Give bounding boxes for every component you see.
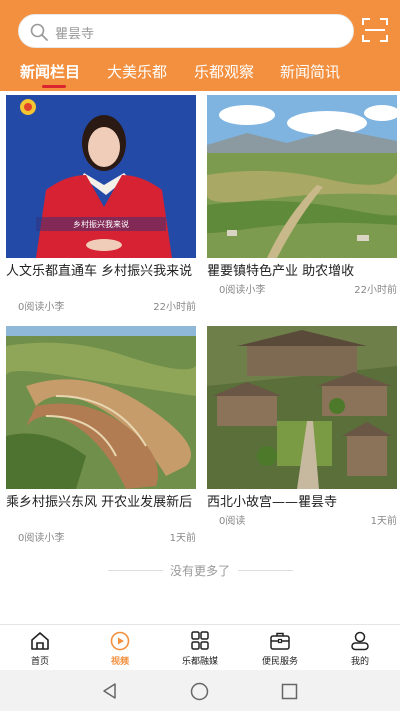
home-icon bbox=[31, 632, 49, 650]
back-icon[interactable] bbox=[101, 682, 119, 700]
card-title[interactable]: 人文乐都直通车 乡村振兴我来说 bbox=[6, 263, 198, 280]
tab-bar: 新闻栏目 大美乐都 乐都观察 新闻简讯 bbox=[0, 58, 400, 88]
card-time: 1天前 bbox=[370, 516, 397, 527]
no-more-text: 没有更多了 bbox=[169, 564, 230, 578]
grid-icon bbox=[191, 631, 209, 650]
nav-video[interactable]: 视频 bbox=[80, 631, 160, 667]
system-nav-bar bbox=[0, 670, 400, 711]
card-title[interactable]: 乘乡村振兴东风 开农业发展新后 bbox=[6, 494, 198, 511]
tab-news-brief[interactable]: 新闻简讯 bbox=[280, 61, 340, 82]
header: 瞿昙寺 新闻栏目 大美乐都 乐都观察 新闻简讯 bbox=[0, 0, 400, 91]
briefcase-icon bbox=[270, 632, 290, 650]
search-placeholder: 瞿昙寺 bbox=[55, 27, 95, 42]
scan-icon[interactable] bbox=[361, 17, 389, 43]
card-author-reads: 0阅读 bbox=[219, 516, 246, 527]
bottom-nav: 首页 视频 乐都融媒 便民服务 我的 bbox=[0, 624, 400, 670]
tab-beautiful-ledu[interactable]: 大美乐都 bbox=[107, 61, 167, 82]
card-time: 22小时前 bbox=[354, 285, 397, 296]
video-icon bbox=[110, 631, 130, 651]
user-icon bbox=[351, 631, 369, 651]
card-author-reads: 0阅读小李 bbox=[219, 285, 266, 296]
active-tab-indicator bbox=[42, 85, 66, 88]
nav-home[interactable]: 首页 bbox=[0, 631, 80, 667]
nav-services[interactable]: 便民服务 bbox=[240, 631, 320, 667]
end-of-list: 没有更多了 bbox=[0, 562, 400, 578]
thumbnail-caption: 乡村振兴我来说 bbox=[73, 219, 129, 229]
card-time: 1天前 bbox=[169, 533, 196, 544]
search-icon bbox=[30, 23, 48, 41]
video-thumbnail[interactable] bbox=[207, 326, 397, 489]
nav-ledu-media[interactable]: 乐都融媒 bbox=[160, 631, 240, 667]
card-author-reads: 0阅读小李 bbox=[18, 533, 65, 544]
recent-apps-icon[interactable] bbox=[281, 683, 298, 700]
card-author-reads: 0阅读小李 bbox=[18, 302, 65, 313]
nav-mine[interactable]: 我的 bbox=[320, 631, 400, 667]
video-thumbnail[interactable] bbox=[207, 95, 397, 258]
card-title[interactable]: 瞿要镇特色产业 助农增收 bbox=[207, 263, 399, 280]
tab-news-columns[interactable]: 新闻栏目 bbox=[20, 61, 80, 82]
search-input[interactable]: 瞿昙寺 bbox=[18, 14, 354, 48]
tab-ledu-observe[interactable]: 乐都观察 bbox=[194, 61, 254, 82]
card-title[interactable]: 西北小故宫——瞿昙寺 bbox=[207, 494, 399, 511]
home-circle-icon[interactable] bbox=[190, 682, 209, 701]
video-thumbnail[interactable]: 乡村振兴我来说 bbox=[6, 95, 196, 258]
video-thumbnail[interactable] bbox=[6, 326, 196, 489]
card-time: 22小时前 bbox=[153, 302, 196, 313]
